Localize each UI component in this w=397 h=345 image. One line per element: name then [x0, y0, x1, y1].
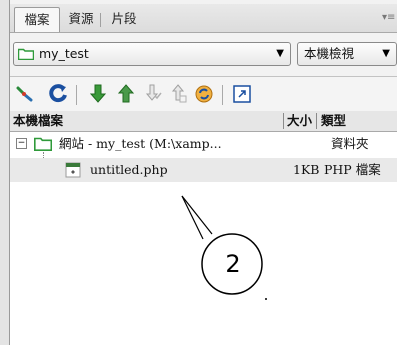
folder-icon — [34, 137, 52, 151]
sync-icon[interactable] — [192, 82, 216, 106]
toolbar-divider — [76, 85, 77, 105]
connect-icon[interactable] — [14, 82, 38, 106]
put-files-icon[interactable] — [114, 82, 138, 106]
get-files-icon[interactable] — [86, 82, 110, 106]
php-file-icon — [65, 162, 81, 178]
panel-options-menu-icon[interactable]: ▾≡ — [382, 12, 395, 24]
panel-tabs: 檔案 資源 片段 ▾≡ — [10, 4, 397, 33]
chevron-down-icon: ▼ — [382, 48, 390, 59]
tree-row-file[interactable]: untitled.php 1KB PHP 檔案 — [10, 158, 397, 182]
site-select-value: my_test — [39, 46, 89, 61]
view-select[interactable]: 本機檢視 ▼ — [297, 42, 397, 66]
file-list-header: 本機檔案 大小 類型 — [10, 111, 397, 132]
site-select[interactable]: my_test ▼ — [13, 42, 291, 66]
file-toolbar — [10, 76, 397, 112]
collapse-icon[interactable]: − — [16, 138, 27, 149]
tab-assets[interactable]: 資源 — [62, 7, 100, 31]
file-type: PHP 檔案 — [324, 162, 381, 177]
file-size: 1KB — [293, 162, 320, 177]
column-header-size[interactable]: 大小 — [287, 111, 312, 131]
folder-icon — [18, 48, 34, 60]
check-in-icon[interactable] — [166, 82, 190, 106]
column-divider[interactable] — [316, 113, 317, 129]
tab-snippets[interactable]: 片段 — [104, 7, 144, 31]
tree-row-site-root[interactable]: − 網站 - my_test (M:\xamp... 資料夾 — [10, 132, 397, 156]
view-select-value: 本機檢視 — [304, 46, 355, 61]
check-out-icon[interactable] — [140, 82, 164, 106]
expand-view-icon[interactable] — [230, 82, 254, 106]
callout-number: 2 — [225, 250, 241, 278]
chevron-down-icon: ▼ — [276, 48, 284, 59]
refresh-icon[interactable] — [46, 82, 70, 106]
column-divider[interactable] — [283, 113, 284, 129]
files-panel: 檔案 資源 片段 ▾≡ my_test ▼ 本機檢視 ▼ 本機檔案 大小 類型 … — [9, 0, 397, 345]
tab-divider — [100, 13, 101, 27]
site-toolbar: my_test ▼ 本機檢視 ▼ — [10, 42, 397, 70]
tab-files[interactable]: 檔案 — [14, 7, 60, 32]
toolbar-divider — [222, 85, 223, 105]
file-list[interactable]: − 網站 - my_test (M:\xamp... 資料夾 untitled.… — [10, 132, 397, 345]
site-root-type: 資料夾 — [331, 136, 369, 151]
site-root-name: 網站 - my_test (M:\xamp... — [59, 136, 222, 151]
file-name: untitled.php — [90, 162, 168, 177]
column-header-type[interactable]: 類型 — [321, 111, 346, 131]
column-header-name[interactable]: 本機檔案 — [13, 111, 63, 131]
